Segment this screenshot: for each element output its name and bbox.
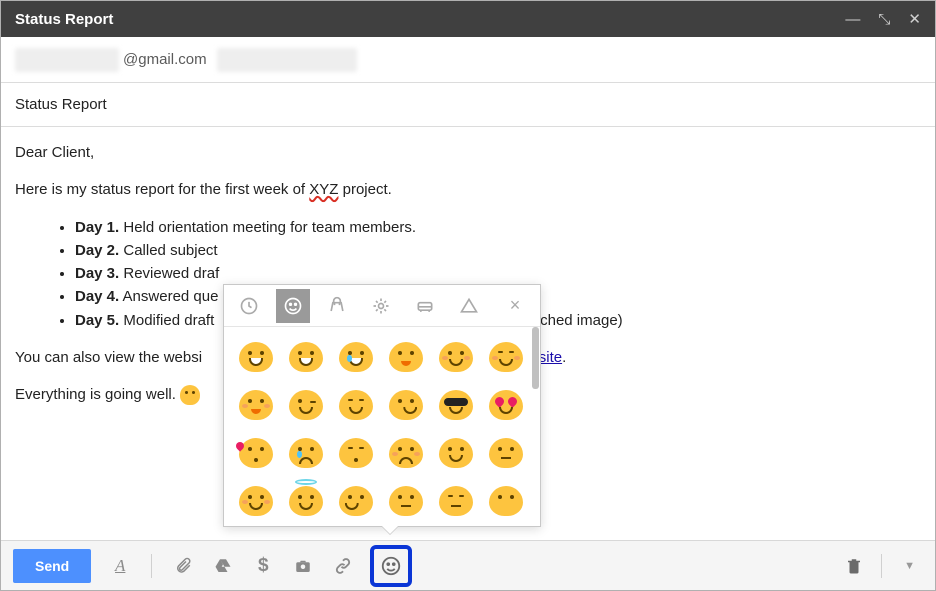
emoji-heart-eyes[interactable]	[482, 381, 530, 429]
emoji-sunglasses[interactable]	[432, 381, 480, 429]
scrollbar-thumb[interactable]	[532, 327, 539, 389]
emoji-sleepy[interactable]	[332, 429, 380, 477]
attach-file-icon[interactable]	[170, 553, 196, 579]
emoji-blush-smile[interactable]	[432, 333, 480, 381]
emoji-tab-nature[interactable]	[364, 289, 398, 323]
emoji-tab-symbols[interactable]	[452, 289, 486, 323]
list-item: Day 3. Reviewed draf	[75, 262, 921, 285]
greeting: Dear Client,	[15, 141, 921, 164]
emoji-thinking[interactable]	[332, 477, 380, 525]
emoji-halo[interactable]	[282, 477, 330, 525]
insert-emoji-button[interactable]	[370, 545, 412, 587]
emoji-no-mouth[interactable]	[482, 477, 530, 525]
emoji-tab-recent[interactable]	[232, 289, 266, 323]
recipient-blurred	[15, 48, 119, 72]
emoji-slight-smile[interactable]	[432, 429, 480, 477]
emoji-tab-transport[interactable]	[408, 289, 442, 323]
insert-link-icon[interactable]	[330, 553, 356, 579]
emoji-picker-close[interactable]: ×	[498, 289, 532, 323]
intro-line: Here is my status report for the first w…	[15, 178, 921, 201]
spellcheck-word: XYZ	[309, 181, 338, 198]
picker-pointer	[382, 526, 398, 534]
emoji-grin-teeth[interactable]	[282, 333, 330, 381]
minimize-icon[interactable]: —	[845, 11, 860, 28]
insert-photo-icon[interactable]	[290, 553, 316, 579]
discard-draft-icon[interactable]	[841, 553, 867, 579]
emoji-weary[interactable]	[382, 429, 430, 477]
emoji-neutral[interactable]	[482, 429, 530, 477]
list-item: Day 2. Called subject	[75, 239, 921, 262]
close-window-icon[interactable]: ✕	[908, 10, 921, 28]
subject-text: Status Report	[15, 96, 107, 113]
emoji-wink[interactable]	[282, 381, 330, 429]
emoji-sly[interactable]	[382, 381, 430, 429]
emoji-grid	[224, 327, 540, 531]
send-button[interactable]: Send	[13, 549, 91, 583]
emoji-picker-tabs: ×	[224, 285, 540, 327]
emoji-expressionless[interactable]	[432, 477, 480, 525]
emoji-savor[interactable]	[232, 381, 280, 429]
emoji-relieved[interactable]	[332, 381, 380, 429]
emoji-tab-smileys[interactable]	[276, 289, 310, 323]
emoji-hug[interactable]	[232, 477, 280, 525]
subject-field[interactable]: Status Report	[1, 83, 935, 127]
recipient-email: @gmail.com	[123, 51, 207, 68]
restore-icon[interactable]: ⤡	[878, 11, 890, 28]
emoji-picker: ×	[223, 284, 541, 527]
insert-money-icon[interactable]: $	[250, 553, 276, 579]
recipient-blurred-trailing	[217, 48, 357, 72]
more-options-button[interactable]: ▼	[896, 554, 923, 578]
emoji-joy[interactable]	[332, 333, 380, 381]
insert-drive-icon[interactable]	[210, 553, 236, 579]
emoji-smile[interactable]	[382, 333, 430, 381]
format-text-icon[interactable]: A	[107, 553, 133, 579]
window-title: Status Report	[15, 11, 845, 28]
emoji-neutral-flat[interactable]	[382, 477, 430, 525]
emoji-grin[interactable]	[232, 333, 280, 381]
toolbar-divider	[881, 554, 882, 578]
emoji-crying[interactable]	[282, 429, 330, 477]
recipient-field[interactable]: @gmail.com	[1, 37, 935, 83]
titlebar-controls: — ⤡ ✕	[845, 10, 921, 28]
list-item: Day 1. Held orientation meeting for team…	[75, 216, 921, 239]
compose-toolbar: Send A $ ▼	[1, 540, 935, 590]
window-titlebar: Status Report — ⤡ ✕	[1, 1, 935, 37]
emoji-kiss-heart[interactable]	[232, 429, 280, 477]
toolbar-divider	[151, 554, 152, 578]
inline-emoji-icon	[180, 385, 200, 405]
emoji-tab-objects[interactable]	[320, 289, 354, 323]
emoji-closed-eyes-smile[interactable]	[482, 333, 530, 381]
